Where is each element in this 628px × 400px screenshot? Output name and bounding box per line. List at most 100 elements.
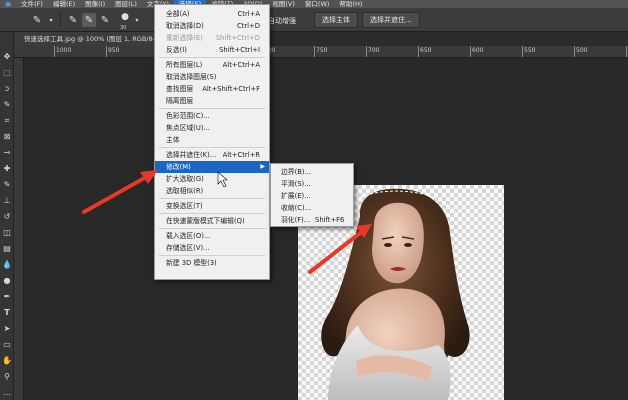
menu-item[interactable]: 窗口(W) bbox=[300, 0, 335, 8]
eyedropper-tool-icon[interactable]: ⊸ bbox=[2, 148, 12, 158]
modify-submenu-item[interactable]: 羽化(F)... Shift+F6 bbox=[271, 214, 353, 226]
blur-tool-icon[interactable]: 💧 bbox=[2, 260, 12, 270]
move-tool-icon[interactable]: ✥ bbox=[2, 52, 12, 62]
menu-item-label: 扩展(E)... bbox=[281, 192, 311, 200]
quick-selection-tool-icon[interactable]: ✎ bbox=[30, 13, 44, 27]
select-menu-item[interactable]: 色彩范围(C)... bbox=[155, 110, 269, 122]
menu-item-shortcut: Ctrl+A bbox=[237, 10, 260, 18]
menu-item[interactable]: 图像(I) bbox=[80, 0, 110, 8]
menu-item-label: 重新选择(E) bbox=[166, 34, 203, 42]
clone-stamp-tool-icon[interactable]: ⊥ bbox=[2, 196, 12, 206]
menu-divider bbox=[159, 57, 265, 58]
ruler-label: 500 bbox=[576, 47, 588, 54]
select-menu-item[interactable]: 查找图层 Alt+Shift+Ctrl+F bbox=[155, 83, 269, 95]
more-tools-icon[interactable]: … bbox=[2, 388, 12, 398]
history-brush-tool-icon[interactable]: ↺ bbox=[2, 212, 12, 222]
dodge-tool-icon[interactable]: ● bbox=[2, 276, 12, 286]
menu-item-label: 羽化(F)... bbox=[281, 216, 311, 224]
menu-item-label: 边界(B)... bbox=[281, 168, 312, 176]
menu-bar: ▣文件(F)编辑(E)图像(I)图层(L)文字(Y)选择(S)滤镜(T)3D(D… bbox=[0, 0, 628, 8]
vertical-ruler bbox=[14, 58, 24, 400]
menu-item-label: 修改(M) bbox=[166, 163, 191, 171]
select-menu-item[interactable]: 取消选择图层(S) bbox=[155, 71, 269, 83]
marquee-tool-icon[interactable]: ⬚ bbox=[2, 68, 12, 78]
select-menu-item[interactable]: 新建 3D 模型(3) bbox=[155, 257, 269, 269]
modify-submenu-item[interactable]: 收缩(C)... bbox=[271, 202, 353, 214]
select-menu-item[interactable]: 变换选区(T) bbox=[155, 200, 269, 212]
menu-divider bbox=[159, 228, 265, 229]
lasso-tool-icon[interactable]: ↄ bbox=[2, 84, 12, 94]
select-menu-item[interactable]: 扩大选取(G) bbox=[155, 173, 269, 185]
modify-submenu-item[interactable]: 边界(B)... bbox=[271, 166, 353, 178]
new-selection-icon[interactable]: ✎ bbox=[66, 13, 80, 27]
ruler-label: 650 bbox=[420, 47, 432, 54]
crop-tool-icon[interactable]: ⌗ bbox=[2, 116, 12, 126]
ruler-label: 750 bbox=[316, 47, 328, 54]
menu-item-label: 取消选择图层(S) bbox=[166, 73, 217, 81]
select-menu-item[interactable]: 修改(M) ▶ bbox=[155, 161, 269, 173]
menu-item[interactable]: 视图(V) bbox=[267, 0, 300, 8]
zoom-tool-icon[interactable]: ⚲ bbox=[2, 372, 12, 382]
select-and-mask-button[interactable]: 选择并遮住... bbox=[362, 12, 420, 28]
separator bbox=[60, 13, 61, 27]
brush-picker-dropdown-icon[interactable]: ▾ bbox=[130, 13, 144, 27]
select-menu-item[interactable]: 重新选择(E) Shift+Ctrl+D bbox=[155, 32, 269, 44]
modify-submenu-item[interactable]: 扩展(E)... bbox=[271, 190, 353, 202]
menu-item-shortcut: Alt+Ctrl+R bbox=[222, 151, 260, 159]
select-menu-item[interactable]: 在快速蒙版模式下编辑(Q) bbox=[155, 215, 269, 227]
select-menu: 全部(A) Ctrl+A 取消选择(D) Ctrl+D 重新选择(E) Shift+Ctr… bbox=[154, 4, 270, 280]
rectangle-tool-icon[interactable]: ▭ bbox=[2, 340, 12, 350]
ps-logo-icon[interactable]: ▣ bbox=[0, 0, 16, 8]
select-menu-item[interactable]: 选取相似(R) bbox=[155, 185, 269, 197]
menu-item[interactable]: 图层(L) bbox=[110, 0, 142, 8]
frame-tool-icon[interactable]: ⊠ bbox=[2, 132, 12, 142]
tool-preset-dropdown-icon[interactable]: ▾ bbox=[44, 13, 58, 27]
select-menu-item[interactable]: 焦点区域(U)... bbox=[155, 122, 269, 134]
ruler-tick bbox=[522, 46, 523, 57]
modify-submenu-item[interactable]: 平滑(S)... bbox=[271, 178, 353, 190]
path-selection-tool-icon[interactable]: ➤ bbox=[2, 324, 12, 334]
menu-item[interactable]: 文件(F) bbox=[16, 0, 48, 8]
menu-item-shortcut: Shift+Ctrl+D bbox=[215, 34, 260, 42]
menu-divider bbox=[159, 147, 265, 148]
select-menu-item[interactable]: 选择并遮住(K)... Alt+Ctrl+R bbox=[155, 149, 269, 161]
menu-item-label: 选取相似(R) bbox=[166, 187, 204, 195]
ruler-tick bbox=[418, 46, 419, 57]
brush-tool-icon[interactable]: ✎ bbox=[2, 180, 12, 190]
menu-divider bbox=[159, 255, 265, 256]
ruler-tick bbox=[366, 46, 367, 57]
gradient-tool-icon[interactable]: ▤ bbox=[2, 244, 12, 254]
menu-item-shortcut: Ctrl+D bbox=[236, 22, 260, 30]
select-subject-button[interactable]: 选择主体 bbox=[314, 12, 358, 28]
select-menu-item[interactable]: 主体 bbox=[155, 134, 269, 146]
menu-item-shortcut: Shift+Ctrl+I bbox=[219, 46, 260, 54]
menu-item-label: 全部(A) bbox=[166, 10, 190, 18]
menu-item[interactable]: 帮助(H) bbox=[334, 0, 367, 8]
subtract-from-selection-icon[interactable]: ✎ bbox=[98, 13, 112, 27]
select-menu-item[interactable]: 所有图层(L) Alt+Ctrl+A bbox=[155, 59, 269, 71]
select-menu-item[interactable]: 取消选择(D) Ctrl+D bbox=[155, 20, 269, 32]
menu-divider bbox=[159, 198, 265, 199]
eraser-tool-icon[interactable]: ◫ bbox=[2, 228, 12, 238]
select-menu-item[interactable]: 全部(A) Ctrl+A bbox=[155, 8, 269, 20]
hand-tool-icon[interactable]: ✋ bbox=[2, 356, 12, 366]
select-menu-item[interactable]: 存储选区(V)... bbox=[155, 242, 269, 254]
select-menu-item[interactable]: 隔离图层 bbox=[155, 95, 269, 107]
select-menu-item[interactable]: 载入选区(O)... bbox=[155, 230, 269, 242]
healing-brush-tool-icon[interactable]: ✚ bbox=[2, 164, 12, 174]
pen-tool-icon[interactable]: ✒ bbox=[2, 292, 12, 302]
ruler-tick bbox=[574, 46, 575, 57]
type-tool-icon[interactable]: T bbox=[2, 308, 12, 318]
quick-selection-tool-icon[interactable]: ✎ bbox=[2, 100, 12, 110]
menu-divider bbox=[159, 108, 265, 109]
menu-item-label: 隔离图层 bbox=[166, 97, 194, 105]
options-bar: ✎ ▾ ✎ ✎ ✎ ● 30 ▾ 自动增强 选择主体 选择并遮住... bbox=[0, 8, 628, 32]
add-to-selection-icon[interactable]: ✎ bbox=[82, 13, 96, 27]
menu-divider bbox=[159, 213, 265, 214]
auto-enhance-label[interactable]: 自动增强 bbox=[268, 16, 296, 26]
select-menu-item[interactable]: 反选(I) Shift+Ctrl+I bbox=[155, 44, 269, 56]
tools-panel: ✥ ⬚ ↄ ✎ ⌗ ⊠ ⊸ ✚ ✎ ⊥ ↺ ◫ ▤ 💧 ● ✒ T ➤ ▭ ✋ … bbox=[0, 32, 14, 400]
menu-item[interactable]: 编辑(E) bbox=[48, 0, 80, 8]
document-tab[interactable]: 快速选择工具.jpg @ 100% (图层 1, RGB/8#) bbox=[14, 32, 171, 46]
menu-item-label: 主体 bbox=[166, 136, 180, 144]
